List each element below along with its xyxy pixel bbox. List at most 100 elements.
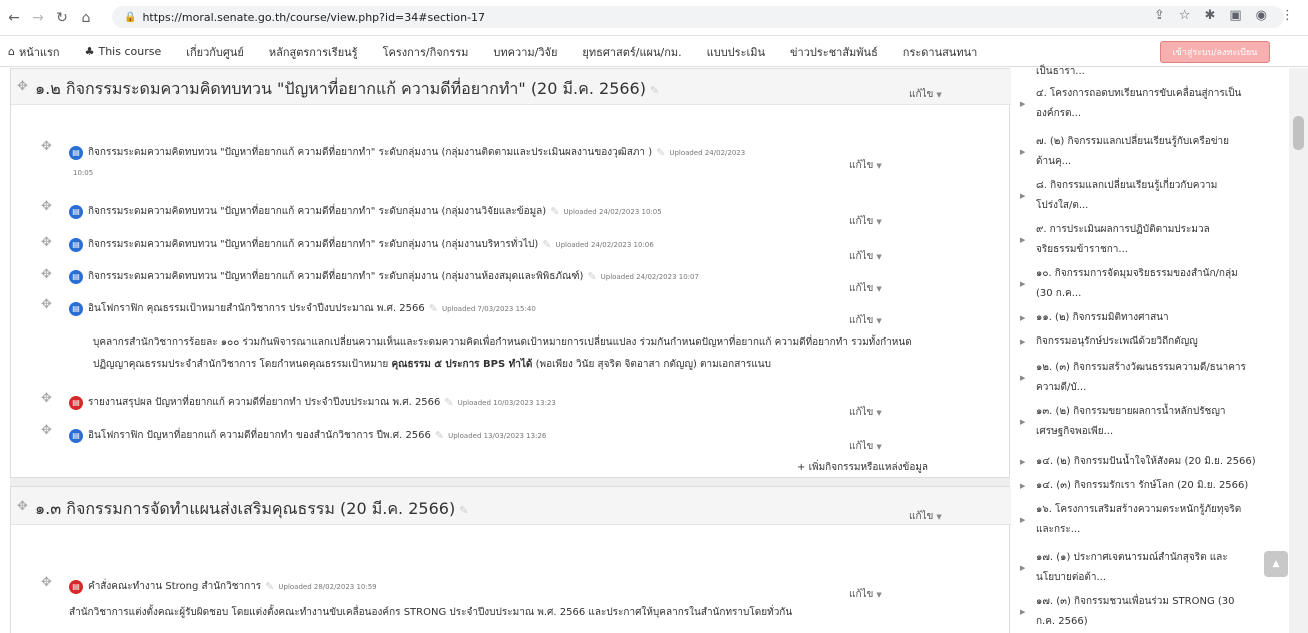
move-icon[interactable]: ✥ (17, 499, 28, 514)
activity-link[interactable]: กิจกรรมระดมความคิดทบทวน "ปัญหาที่อยากแก้… (88, 204, 546, 219)
activity-link[interactable]: อินโฟกราฟิก ปัญหาที่อยากแก้ ความดีที่อยา… (88, 428, 431, 443)
expand-triangle-icon: ▶ (1020, 192, 1026, 200)
section-link[interactable]: ▶ ๑๐. กิจกรรมการจัดมุมจริยธรรมของสำนัก/กล… (1020, 264, 1278, 304)
move-icon[interactable]: ✥ (41, 575, 52, 590)
move-icon[interactable]: ✥ (41, 199, 52, 214)
plus-icon: + (797, 462, 809, 473)
extensions-icon[interactable]: ✱ (1204, 8, 1215, 23)
activity-link[interactable]: อินโฟกราฟิก คุณธรรมเป้าหมายสำนักวิชาการ … (88, 301, 425, 316)
section-link[interactable]: ▶ ๗. (๒) กิจกรรมแลกเปลี่ยนเรียนรู้กับเครื… (1020, 132, 1278, 172)
activity-edit-menu[interactable]: แก้ไข ▼ (849, 249, 882, 264)
expand-triangle-icon: ▶ (1020, 374, 1026, 382)
nav-strategy[interactable]: ยุทธศาสตร์/แผน/กม. (582, 43, 681, 61)
forward-icon[interactable]: → (28, 8, 48, 28)
file-icon: ▤ (69, 237, 83, 252)
move-icon[interactable]: ✥ (17, 79, 28, 94)
menu-icon[interactable]: ⋮ (1281, 8, 1294, 23)
section-link[interactable]: ▶ ๑๖. โครงการเสริมสร้างความตระหนักรู้ภัยท… (1020, 500, 1278, 540)
pdf-icon: ▤ (69, 579, 83, 594)
activity-edit-menu[interactable]: แก้ไข ▼ (849, 439, 882, 454)
activity-item[interactable]: ▤ คำสั่งคณะทำงาน Strong สำนักวิชาการ ✎ U… (69, 579, 377, 594)
activity-item[interactable]: ▤ กิจกรรมระดมความคิดทบทวน "ปัญหาที่อยากแ… (69, 204, 662, 219)
activity-edit-menu[interactable]: แก้ไข ▼ (849, 158, 882, 173)
section-edit-menu[interactable]: แก้ไข ▼ (909, 87, 942, 102)
edit-pencil-icon[interactable]: ✎ (435, 429, 444, 442)
section-edit-menu[interactable]: แก้ไข ▼ (909, 509, 942, 524)
activity-edit-menu[interactable]: แก้ไข ▼ (849, 587, 882, 602)
section-link[interactable]: ▶ ๑๒. (๓) กิจกรรมสร้างวัฒนธรรมความดี/ธนาค… (1020, 358, 1278, 398)
nav-assessment[interactable]: แบบประเมิน (707, 43, 765, 61)
back-to-top-button[interactable]: ▲ (1264, 551, 1288, 577)
edit-pencil-icon[interactable]: ✎ (542, 238, 551, 251)
pdf-icon: ▤ (69, 395, 83, 410)
edit-pencil-icon[interactable]: ✎ (429, 302, 438, 315)
main-content: ✥ ๑.๒ กิจกรรมระดมความคิดทบทวน "ปัญหาที่อ… (10, 68, 1011, 633)
nav-about[interactable]: เกี่ยวกับศูนย์ (186, 43, 244, 61)
activity-link[interactable]: กิจกรรมระดมความคิดทบทวน "ปัญหาที่อยากแก้… (88, 269, 583, 284)
nav-articles[interactable]: บทความ/วิจัย (493, 43, 557, 61)
reload-icon[interactable]: ↻ (52, 8, 72, 28)
section-link[interactable]: ▶ ๘. กิจกรรมแลกเปลี่ยนเรียนรู้เกี่ยวกับคว… (1020, 176, 1278, 216)
section-link[interactable]: ▶ ๑๓. (๒) กิจกรรมขยายผลการน้ำหลักปรัชญา เศ… (1020, 402, 1278, 442)
scrollbar-thumb[interactable] (1293, 116, 1304, 150)
file-icon: ▤ (69, 269, 83, 284)
activity-item[interactable]: ▤ รายงานสรุปผล ปัญหาที่อยากแก้ ความดีที่… (69, 395, 556, 410)
activity-description: ปฏิญญาคุณธรรมประจำสำนักวิชาการ โดยกำหนดค… (93, 359, 771, 370)
section-link[interactable]: ▶ ๑๗. (๑) ประกาศเจตนารมณ์สำนักสุจริต และน… (1020, 548, 1278, 588)
browser-toolbar: ← → ↻ ⌂ 🔒 https://moral.senate.go.th/cou… (0, 0, 1308, 36)
activity-link[interactable]: รายงานสรุปผล ปัญหาที่อยากแก้ ความดีที่อย… (88, 395, 440, 410)
page-scrollbar[interactable] (1289, 68, 1308, 633)
activity-item[interactable]: ▤ กิจกรรมระดมความคิดทบทวน "ปัญหาที่อยากแ… (69, 269, 699, 284)
activity-link[interactable]: กิจกรรมระดมความคิดทบทวน "ปัญหาที่อยากแก้… (88, 237, 538, 252)
edit-pencil-icon[interactable]: ✎ (587, 270, 596, 283)
expand-triangle-icon: ▶ (1020, 314, 1026, 322)
section-link[interactable]: ▶ ๔. โครงการถอดบทเรียนการขับเคลื่อนสู่การ… (1020, 84, 1278, 124)
edit-pencil-icon[interactable]: ✎ (459, 504, 468, 517)
edit-pencil-icon[interactable]: ✎ (444, 396, 453, 409)
move-icon[interactable]: ✥ (41, 235, 52, 250)
expand-triangle-icon: ▶ (1020, 564, 1026, 572)
url-text: https://moral.senate.go.th/course/view.p… (142, 10, 486, 24)
nav-forum[interactable]: กระดานสนทนา (903, 43, 978, 61)
edit-pencil-icon[interactable]: ✎ (656, 146, 665, 159)
activity-link[interactable]: คำสั่งคณะทำงาน Strong สำนักวิชาการ (88, 579, 261, 594)
add-activity-link[interactable]: + เพิ่มกิจกรรมหรือแหล่งข้อมูล (797, 460, 928, 475)
profile-icon[interactable]: ◉ (1256, 8, 1267, 23)
activity-edit-menu[interactable]: แก้ไข ▼ (849, 313, 882, 328)
nav-news[interactable]: ข่าวประชาสัมพันธ์ (790, 43, 878, 61)
nav-curriculum[interactable]: หลักสูตรการเรียนรู้ (269, 43, 358, 61)
uploaded-date: Uploaded 24/02/2023 10:06 (555, 240, 654, 249)
section-link[interactable]: ▶ ๑๗. (๓) กิจกรรมชวนเพื่อนร่วม STRONG (30… (1020, 592, 1278, 632)
activity-edit-menu[interactable]: แก้ไข ▼ (849, 214, 882, 229)
nav-home[interactable]: ⌂ หน้าแรก (8, 43, 60, 61)
home-nav-icon: ⌂ (8, 45, 15, 58)
home-icon[interactable]: ⌂ (76, 8, 96, 28)
edit-pencil-icon[interactable]: ✎ (650, 84, 659, 97)
chevron-up-icon: ▲ (1272, 559, 1280, 569)
move-icon[interactable]: ✥ (41, 267, 52, 282)
back-icon[interactable]: ← (4, 8, 24, 28)
edit-pencil-icon[interactable]: ✎ (550, 205, 559, 218)
uploaded-date: Uploaded 24/02/2023 10:05 (563, 207, 662, 216)
activity-item[interactable]: ▤ อินโฟกราฟิก ปัญหาที่อยากแก้ ความดีที่อ… (69, 428, 546, 443)
activity-link[interactable]: กิจกรรมระดมความคิดทบทวน "ปัญหาที่อยากแก้… (88, 145, 652, 160)
activity-description: บุคลากรสำนักวิชาการร้อยละ ๑๐๐ ร่วมกันพิจ… (93, 337, 912, 348)
login-button[interactable]: เข้าสู่ระบบ/ลงทะเบียน (1160, 41, 1270, 63)
activity-item[interactable]: ▤ กิจกรรมระดมความคิดทบทวน "ปัญหาที่อยากแ… (69, 237, 654, 252)
activity-item[interactable]: ▤ กิจกรรมระดมความคิดทบทวน "ปัญหาที่อยากแ… (69, 145, 745, 160)
section-link[interactable]: ▶ ๙. การประเมินผลการปฏิบัติตามประมวล จริยธ… (1020, 220, 1278, 260)
nav-this-course[interactable]: ♣ This course (85, 45, 162, 58)
activity-item[interactable]: ▤ อินโฟกราฟิก คุณธรรมเป้าหมายสำนักวิชากา… (69, 301, 536, 316)
move-icon[interactable]: ✥ (41, 297, 52, 312)
activity-edit-menu[interactable]: แก้ไข ▼ (849, 281, 882, 296)
move-icon[interactable]: ✥ (41, 139, 52, 154)
sidepanel-icon[interactable]: ▣ (1229, 8, 1241, 23)
share-icon[interactable]: ⇪ (1154, 8, 1165, 23)
move-icon[interactable]: ✥ (41, 423, 52, 438)
address-bar[interactable]: 🔒 https://moral.senate.go.th/course/view… (112, 6, 1284, 28)
activity-edit-menu[interactable]: แก้ไข ▼ (849, 405, 882, 420)
edit-pencil-icon[interactable]: ✎ (265, 580, 274, 593)
nav-projects[interactable]: โครงการ/กิจกรรม (383, 43, 469, 61)
move-icon[interactable]: ✥ (41, 391, 52, 406)
bookmark-star-icon[interactable]: ☆ (1179, 8, 1191, 23)
